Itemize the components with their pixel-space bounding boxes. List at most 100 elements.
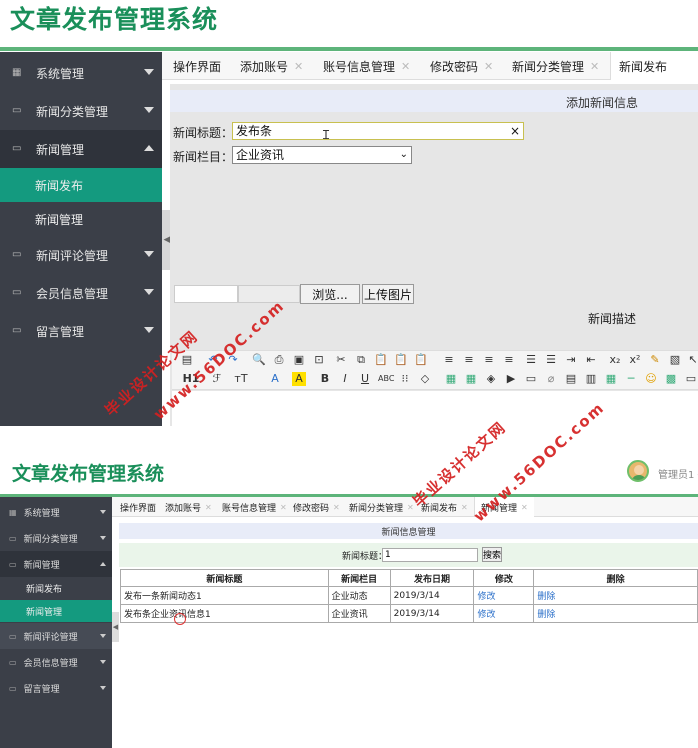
code-icon[interactable]: ⊡ [312,353,326,367]
search-input[interactable]: 1 [382,548,478,562]
clear-format-icon[interactable]: ✎ [648,353,662,367]
close-icon[interactable]: ✕ [521,503,528,512]
italic-icon[interactable]: I [338,372,352,386]
tab-news-category[interactable]: 新闻分类管理 ✕ [512,52,599,80]
paste-text-icon[interactable]: 📋 [394,353,408,367]
sidebar-item-messages[interactable]: ▭ 留言管理 [0,675,112,701]
emoticon-icon[interactable]: ☺ [644,372,658,386]
sidebar-subitem-news-manage[interactable]: 新闻管理 [0,202,162,236]
avatar-body [631,475,647,480]
font-color-icon[interactable]: A [268,372,282,386]
copy-icon[interactable]: ⧉ [354,353,368,367]
tab-news-publish[interactable]: 新闻发布 [610,52,698,80]
collapse-sidebar-handle[interactable]: ◀ [112,612,119,642]
subscript-icon[interactable]: x₂ [608,353,622,367]
sidebar-subitem-news-publish[interactable]: 新闻发布 [0,577,112,599]
tab-change-password[interactable]: 修改密码 ✕ [430,52,493,80]
news-column-select[interactable]: 企业资讯 ⌄ [232,146,412,164]
outdent-icon[interactable]: ⇤ [584,353,598,367]
sidebar-subitem-news-publish[interactable]: 新闻发布 [0,168,162,202]
superscript-icon[interactable]: x² [628,353,642,367]
tab-account-info[interactable]: 账号信息管理 ✕ [222,497,287,517]
rich-text-editor-body[interactable] [172,391,698,426]
preview-icon[interactable]: 🔍 [252,353,266,367]
sidebar-subitem-news-manage[interactable]: 新闻管理 [0,600,112,622]
paste-icon[interactable]: 📋 [374,353,388,367]
close-icon[interactable]: ✕ [461,503,468,512]
code-block-icon[interactable]: ▥ [584,372,598,386]
highlight-icon[interactable]: A [292,372,306,386]
align-center-icon[interactable]: ≡ [462,353,476,367]
tab-add-account[interactable]: 添加账号 ✕ [240,52,303,80]
image-icon[interactable]: ▦ [444,372,458,386]
editor-toolbar-row-1: ▤ ↶ ↷ 🔍 ⎙ ▣ ⊡ ✂ ⧉ 📋 📋 📋 ≡ ≡ ≡ ≡ ☰ ☰ ⇥ ⇤ … [172,350,698,370]
insert-file-icon[interactable]: ▭ [524,372,538,386]
close-icon[interactable]: ✕ [590,60,599,73]
close-icon[interactable]: ✕ [280,503,287,512]
user-menu[interactable]: 管理员1 ▾ [658,466,698,481]
hr-icon[interactable]: ─ [624,372,638,386]
close-icon[interactable]: ✕ [333,503,340,512]
edit-link[interactable]: 修改 [473,586,535,605]
justify-icon[interactable]: ≡ [502,353,516,367]
cut-icon[interactable]: ✂ [334,353,348,367]
strikethrough-icon[interactable]: ABC [378,372,394,386]
font-size-icon[interactable]: тT [234,372,248,386]
close-icon[interactable]: ✕ [294,60,303,73]
close-icon[interactable]: ✕ [407,503,414,512]
sidebar-item-comments[interactable]: ▭ 新闻评论管理 [0,236,162,274]
tab-news-category[interactable]: 新闻分类管理 ✕ [349,497,414,517]
media-icon[interactable]: ▶ [504,372,518,386]
sidebar-item-news[interactable]: ▭ 新闻管理 [0,551,112,577]
sidebar-item-members[interactable]: ▭ 会员信息管理 [0,649,112,675]
table-icon[interactable]: ▦ [604,372,618,386]
sidebar-item-news[interactable]: ▭ 新闻管理 [0,130,162,168]
tab-add-account[interactable]: 添加账号 ✕ [165,497,212,517]
search-button[interactable]: 搜索 [482,547,502,562]
flash-icon[interactable]: ◈ [484,372,498,386]
browse-button[interactable]: 浏览... [300,284,360,304]
bold-icon[interactable]: B [318,372,332,386]
upload-image-button[interactable]: 上传图片 [362,284,414,304]
delete-link[interactable]: 删除 [533,586,698,605]
tab-change-password[interactable]: 修改密码 ✕ [293,497,340,517]
page-break-icon[interactable]: ▭ [684,372,698,386]
print-icon[interactable]: ⎙ [272,353,286,367]
avatar[interactable] [627,460,649,482]
sidebar-item-system[interactable]: ▦ 系统管理 [0,54,162,92]
multi-image-icon[interactable]: ▦ [464,372,478,386]
tab-dashboard[interactable]: 操作界面 [120,497,156,517]
clear-input-icon[interactable]: × [510,124,520,138]
tab-dashboard[interactable]: 操作界面 [173,52,221,80]
sidebar-item-system[interactable]: ▦ 系统管理 [0,499,112,525]
indent-icon[interactable]: ⇥ [564,353,578,367]
pointer-icon[interactable]: ↖ [686,353,698,367]
edit-link[interactable]: 修改 [473,604,535,623]
sidebar-item-news-category[interactable]: ▭ 新闻分类管理 [0,525,112,551]
tab-account-info[interactable]: 账号信息管理 ✕ [323,52,410,80]
attachment-icon[interactable]: ⌀ [544,372,558,386]
template-icon[interactable]: ▣ [292,353,306,367]
delete-link[interactable]: 删除 [533,604,698,623]
eraser-icon[interactable]: ◇ [418,372,432,386]
close-icon[interactable]: ✕ [401,60,410,73]
publish-date-cell: 2019/3/14 [389,604,475,623]
file-path-field[interactable] [174,285,238,303]
align-left-icon[interactable]: ≡ [442,353,456,367]
select-all-icon[interactable]: ▧ [668,353,682,367]
close-icon[interactable]: ✕ [205,503,212,512]
sidebar-item-members[interactable]: ▭ 会员信息管理 [0,274,162,312]
paste-word-icon[interactable]: 📋 [414,353,428,367]
map-icon[interactable]: ▤ [564,372,578,386]
align-right-icon[interactable]: ≡ [482,353,496,367]
sidebar-item-comments[interactable]: ▭ 新闻评论管理 [0,623,112,649]
line-height-icon[interactable]: ⁝⁝ [398,372,412,386]
underline-icon[interactable]: U [358,372,372,386]
unordered-list-icon[interactable]: ☰ [544,353,558,367]
sidebar-item-messages[interactable]: ▭ 留言管理 [0,312,162,350]
ordered-list-icon[interactable]: ☰ [524,353,538,367]
close-icon[interactable]: ✕ [484,60,493,73]
news-title-input[interactable]: 发布条 [232,122,524,140]
sidebar-item-news-category[interactable]: ▭ 新闻分类管理 [0,92,162,130]
special-char-icon[interactable]: ▩ [664,372,678,386]
